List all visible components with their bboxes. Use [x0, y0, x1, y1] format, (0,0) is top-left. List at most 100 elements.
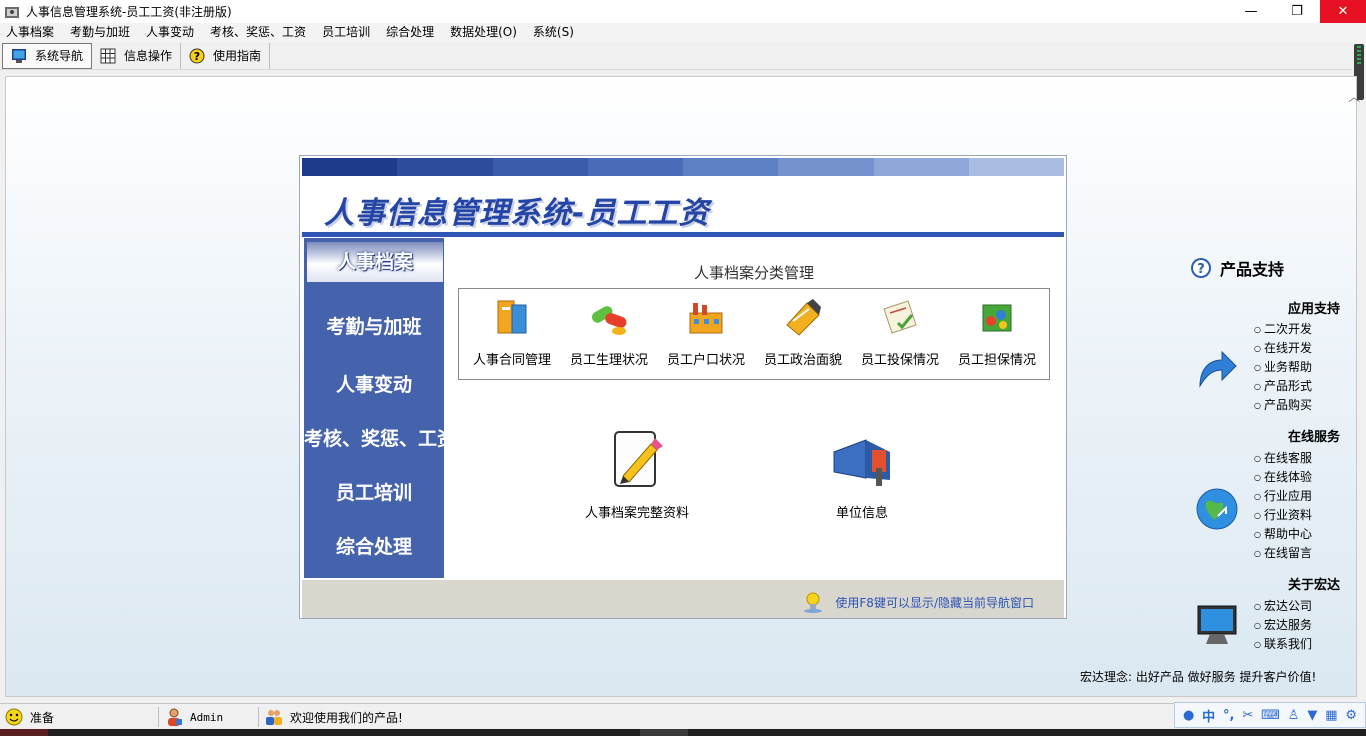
nav-assessment-salary[interactable]: 考核、奖惩、工资	[304, 424, 456, 451]
document-check-icon	[883, 300, 917, 334]
help-icon: ?	[189, 48, 205, 63]
nav-attendance[interactable]: 考勤与加班	[304, 312, 444, 339]
ime-punctuation-icon[interactable]: °,	[1223, 708, 1234, 723]
menu-comprehensive[interactable]: 综合处理	[378, 23, 442, 42]
ime-skin-icon[interactable]: ▼	[1307, 708, 1317, 723]
computer-monitor-icon	[1197, 605, 1237, 644]
group-app-support-list: 二次开发 在线开发 业务帮助 产品形式 产品购买	[1254, 320, 1312, 415]
nav-personnel-files[interactable]: 人事档案	[307, 242, 443, 282]
svg-text:?: ?	[194, 50, 200, 63]
category-label: 员工生理状况	[569, 353, 648, 368]
menu-assessment-salary[interactable]: 考核、奖惩、工资	[202, 23, 314, 42]
ime-grid-icon[interactable]: ▦	[1325, 708, 1337, 723]
category-label: 人事合同管理	[472, 353, 551, 368]
header-divider	[302, 232, 1064, 237]
ime-keyboard-icon[interactable]: ⌨	[1261, 708, 1280, 723]
status-ready: 准备	[4, 704, 54, 730]
header-gradient-strip	[302, 158, 1064, 176]
category-label: 员工户口状况	[666, 353, 745, 368]
menu-data-processing[interactable]: 数据处理(O)	[442, 23, 525, 42]
window-title: 人事信息管理系统-员工工资(非注册版)	[26, 5, 232, 19]
system-nav-label: 系统导航	[35, 49, 84, 63]
pencil-paper-icon	[786, 299, 821, 336]
taskbar-edge	[0, 729, 1366, 736]
info-operation-label: 信息操作	[124, 49, 173, 63]
menu-bar: 人事档案 考勤与加班 人事变动 考核、奖惩、工资 员工培训 综合处理 数据处理(…	[0, 23, 1366, 42]
category-label: 员工投保情况	[860, 353, 939, 368]
category-political[interactable]: 员工政治面貌	[755, 295, 851, 368]
link-online-message[interactable]: 在线留言	[1254, 544, 1312, 563]
pills-icon	[591, 306, 627, 335]
section-title: 人事档案分类管理	[693, 264, 814, 282]
menu-personnel-files[interactable]: 人事档案	[0, 23, 62, 42]
content-area: 人事档案分类管理 人事合同管理 员工生理状况 员工户口状况 员工政治面貌 员工投…	[444, 238, 1064, 578]
menu-personnel-changes[interactable]: 人事变动	[138, 23, 202, 42]
title-bar: 人事信息管理系统-员工工资(非注册版) — ❐ ✕	[0, 0, 1366, 23]
maximize-button[interactable]: ❐	[1274, 0, 1320, 23]
menu-training[interactable]: 员工培训	[314, 23, 378, 42]
category-insurance[interactable]: 员工投保情况	[852, 295, 948, 368]
user-guide-label: 使用指南	[213, 49, 262, 63]
link-secondary-dev[interactable]: 二次开发	[1254, 320, 1312, 339]
link-online-support[interactable]: 在线客服	[1254, 449, 1312, 468]
link-company[interactable]: 宏达公司	[1254, 597, 1312, 616]
system-nav-button[interactable]: 系统导航	[2, 42, 93, 69]
ime-user-icon[interactable]: ♙	[1288, 708, 1300, 723]
nav-comprehensive[interactable]: 综合处理	[304, 532, 444, 559]
status-welcome-text: 欢迎使用我们的产品!	[290, 710, 403, 725]
full-file-item[interactable]: 人事档案完整资料	[562, 428, 712, 521]
close-button[interactable]: ✕	[1320, 0, 1366, 23]
app-icon	[5, 6, 19, 18]
unit-info-item[interactable]: 单位信息	[787, 428, 937, 521]
status-bar: 准备 Admin 欢迎使用我们的产品!	[0, 703, 1366, 729]
link-industry-app[interactable]: 行业应用	[1254, 487, 1312, 506]
user-guide-button[interactable]: ? 使用指南	[181, 42, 271, 69]
group-about-title: 关于宏达	[1287, 578, 1340, 593]
nav-personnel-changes[interactable]: 人事变动	[304, 370, 444, 397]
grid-icon	[100, 48, 116, 63]
link-product-form[interactable]: 产品形式	[1254, 377, 1312, 396]
info-operation-button[interactable]: 信息操作	[92, 42, 182, 69]
toolbar: 系统导航 信息操作 ? 使用指南	[0, 42, 1366, 70]
product-support-label: 产品支持	[1220, 260, 1285, 279]
product-support-title: ? 产品支持	[1190, 256, 1284, 280]
company-motto: 宏达理念: 出好产品 做好服务 提升客户价值!	[1080, 670, 1317, 684]
ime-settings-icon[interactable]: ⚙	[1345, 708, 1357, 723]
link-service[interactable]: 宏达服务	[1254, 616, 1312, 635]
link-business-help[interactable]: 业务帮助	[1254, 358, 1312, 377]
link-contact[interactable]: 联系我们	[1254, 635, 1312, 654]
arrow-icon	[1199, 350, 1237, 388]
edit-document-icon	[614, 431, 663, 487]
ime-logo-icon[interactable]: ●	[1183, 708, 1194, 723]
menu-attendance[interactable]: 考勤与加班	[62, 23, 138, 42]
panel-title: 人事信息管理系统-员工工资	[324, 196, 710, 231]
users-icon	[266, 710, 282, 725]
link-purchase[interactable]: 产品购买	[1254, 396, 1312, 415]
full-file-label: 人事档案完整资料	[584, 506, 689, 521]
status-welcome: 欢迎使用我们的产品!	[264, 704, 403, 730]
category-group: 人事合同管理 员工生理状况 员工户口状况 员工政治面貌 员工投保情况 员工担保情…	[458, 288, 1050, 380]
category-contract[interactable]: 人事合同管理	[464, 295, 560, 368]
group-online-service-title: 在线服务	[1287, 430, 1340, 445]
menu-system[interactable]: 系统(S)	[525, 23, 582, 42]
minimize-button[interactable]: —	[1228, 0, 1274, 23]
link-online-trial[interactable]: 在线体验	[1254, 468, 1312, 487]
link-help-center[interactable]: 帮助中心	[1254, 525, 1312, 544]
category-household[interactable]: 员工户口状况	[658, 295, 754, 368]
category-physical[interactable]: 员工生理状况	[561, 295, 657, 368]
ime-chinese-mode[interactable]: 中	[1202, 706, 1215, 725]
nav-training[interactable]: 员工培训	[304, 478, 444, 505]
lightbulb-icon	[804, 592, 823, 613]
ime-scissors-icon[interactable]: ✂	[1242, 708, 1253, 723]
category-guarantee[interactable]: 员工担保情况	[949, 295, 1045, 368]
link-industry-data[interactable]: 行业资料	[1254, 506, 1312, 525]
user-icon	[168, 708, 182, 726]
panel-footer: 使用F8键可以显示/隐藏当前导航窗口	[302, 580, 1064, 618]
status-separator	[258, 707, 259, 727]
status-separator	[158, 707, 159, 727]
chevron-up-icon[interactable]: ︿	[1348, 88, 1360, 105]
contract-binder-icon	[497, 300, 527, 334]
status-ready-text: 准备	[30, 710, 55, 725]
link-online-dev[interactable]: 在线开发	[1254, 339, 1312, 358]
question-circle-icon: ?	[1191, 258, 1211, 278]
